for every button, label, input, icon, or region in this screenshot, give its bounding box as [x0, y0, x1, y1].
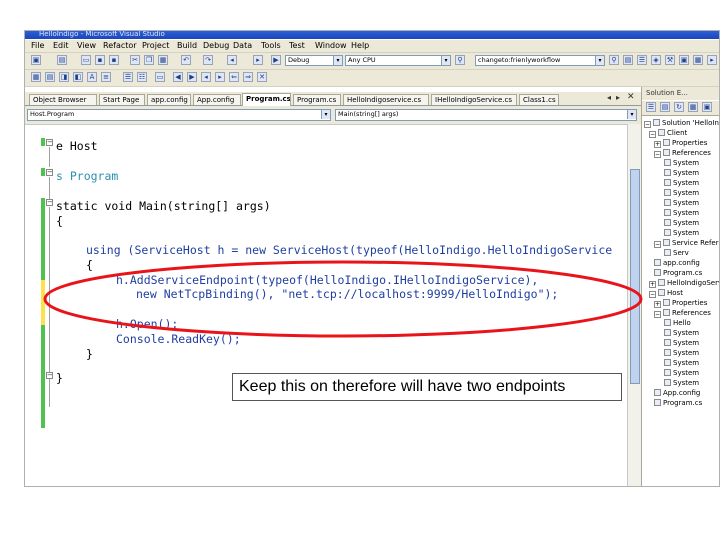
annotation-callout: Keep this on therefore will have two end…	[232, 373, 622, 401]
red-highlight-ellipse	[43, 260, 643, 338]
highlight-ellipse	[43, 260, 643, 338]
visual-studio-window: HelloIndigo - Microsoft Visual Studio Fi…	[24, 30, 720, 487]
